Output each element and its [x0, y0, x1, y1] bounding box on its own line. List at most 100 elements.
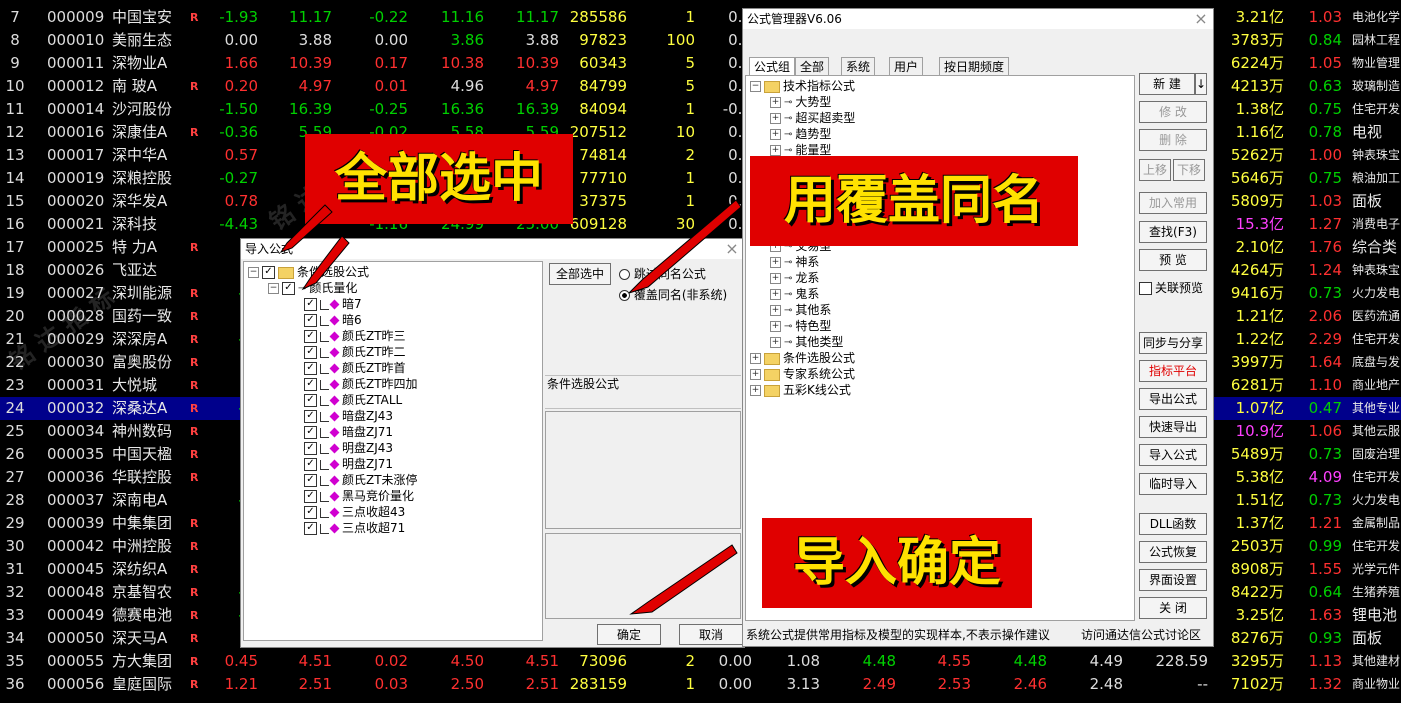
- delete-button[interactable]: 删 除: [1139, 129, 1207, 151]
- link-preview-checkbox[interactable]: 关联预览: [1139, 279, 1203, 296]
- export-button[interactable]: 导出公式: [1139, 388, 1207, 410]
- quick-export-button[interactable]: 快速导出: [1139, 416, 1207, 438]
- tree-item-formula[interactable]: ✓ 暗6: [304, 312, 362, 328]
- tree-item-formula[interactable]: ✓ 颜氏ZT昨首: [304, 360, 406, 376]
- tree-item-formula[interactable]: ✓ 黑马竞价量化: [304, 488, 414, 504]
- dll-button[interactable]: DLL函数: [1139, 513, 1207, 535]
- checkbox[interactable]: ✓: [304, 394, 317, 407]
- tree-item-category[interactable]: + ⊸ 神系: [770, 254, 819, 271]
- checkbox[interactable]: ✓: [304, 378, 317, 391]
- up-button[interactable]: 上移: [1139, 159, 1171, 181]
- tab-3[interactable]: 用户: [889, 57, 924, 76]
- tree-item-formula[interactable]: ✓ 明盘ZJ71: [304, 456, 393, 472]
- tree-item-formula[interactable]: ✓ 三点收超43: [304, 504, 405, 520]
- preview-button[interactable]: 预 览: [1139, 249, 1207, 271]
- close-icon[interactable]: ×: [724, 239, 740, 259]
- find-button[interactable]: 查找(F3): [1139, 221, 1207, 243]
- checkbox[interactable]: ✓: [304, 522, 317, 535]
- expand-icon[interactable]: +: [750, 353, 761, 364]
- formula-tree[interactable]: − ✓ 条件选股公式 − ✓ ⊸ 颜氏量化 ✓ 暗7 ✓ 暗6 ✓ 颜氏ZT昨三 ✓ 颜氏ZT昨二 ✓ 颜氏ZT…: [243, 261, 543, 641]
- restore-button[interactable]: 公式恢复: [1139, 541, 1207, 563]
- close-icon[interactable]: ×: [1193, 9, 1209, 29]
- expand-icon[interactable]: +: [770, 289, 781, 300]
- expand-icon[interactable]: +: [770, 273, 781, 284]
- checkbox[interactable]: ✓: [304, 426, 317, 439]
- radio-skip-same-name[interactable]: 跳过同名公式: [619, 265, 706, 282]
- table-row[interactable]: 35 000055 方大集团 R 0.45 4.51 0.02 4.50 4.51 73096 2 0…: [0, 650, 1401, 673]
- expand-icon[interactable]: +: [770, 257, 781, 268]
- cell-ratio: 1.05: [1308, 54, 1342, 72]
- ok-button[interactable]: 确定: [597, 624, 661, 645]
- checkbox[interactable]: ✓: [304, 410, 317, 423]
- tab-2[interactable]: 系统: [841, 57, 876, 76]
- checkbox[interactable]: ✓: [282, 282, 295, 295]
- tree-item-formula[interactable]: ✓ 颜氏ZT昨二: [304, 344, 406, 360]
- add-common-button[interactable]: 加入常用: [1139, 192, 1207, 214]
- platform-button[interactable]: 指标平台: [1139, 360, 1207, 382]
- tree-item-category[interactable]: + ⊸ 大势型: [770, 94, 831, 111]
- import-button[interactable]: 导入公式: [1139, 444, 1207, 466]
- modify-button[interactable]: 修 改: [1139, 101, 1207, 123]
- checkbox[interactable]: ✓: [304, 474, 317, 487]
- tree-item-category[interactable]: + ⊸ 鬼系: [770, 286, 819, 303]
- tree-item-folder[interactable]: + 条件选股公式: [750, 350, 855, 366]
- expand-icon[interactable]: +: [750, 369, 761, 380]
- tree-item-category[interactable]: + ⊸ 其他类型: [770, 334, 843, 351]
- checkbox[interactable]: ✓: [304, 314, 317, 327]
- expand-icon[interactable]: +: [770, 305, 781, 316]
- tree-item-category[interactable]: + ⊸ 龙系: [770, 270, 819, 287]
- tree-item-formula[interactable]: ✓ 颜氏ZT未涨停: [304, 472, 418, 488]
- forum-link[interactable]: 访问通达信公式讨论区: [1081, 626, 1201, 643]
- tree-item-formula[interactable]: ✓ 颜氏ZT昨三: [304, 328, 406, 344]
- tree-item-category[interactable]: + ⊸ 其他系: [770, 302, 831, 319]
- checkbox[interactable]: ✓: [304, 346, 317, 359]
- tree-item-category[interactable]: + ⊸ 趋势型: [770, 126, 831, 143]
- close-button[interactable]: 关 闭: [1139, 597, 1207, 619]
- checkbox[interactable]: ✓: [304, 298, 317, 311]
- checkbox[interactable]: ✓: [262, 266, 275, 279]
- tree-item-formula[interactable]: ✓ 暗7: [304, 296, 362, 312]
- checkbox[interactable]: ✓: [304, 330, 317, 343]
- tree-item-formula[interactable]: ✓ 颜氏ZT昨四加: [304, 376, 418, 392]
- expand-icon[interactable]: +: [750, 385, 761, 396]
- tree-item-folder[interactable]: + 五彩K线公式: [750, 382, 851, 398]
- tree-item-folder[interactable]: + 专家系统公式: [750, 366, 855, 382]
- collapse-icon[interactable]: −: [248, 267, 259, 278]
- expand-icon[interactable]: +: [770, 321, 781, 332]
- radio-overwrite-same-name[interactable]: 覆盖同名(非系统): [619, 286, 727, 303]
- sync-button[interactable]: 同步与分享: [1139, 332, 1207, 354]
- tree-item-formula[interactable]: ✓ 暗盘ZJ71: [304, 424, 393, 440]
- tree-item-root[interactable]: − ✓ 条件选股公式: [248, 264, 369, 280]
- select-all-button[interactable]: 全部选中: [549, 263, 611, 285]
- checkbox[interactable]: ✓: [304, 490, 317, 503]
- expand-icon[interactable]: −: [750, 81, 761, 92]
- collapse-icon[interactable]: −: [268, 283, 279, 294]
- checkbox[interactable]: ✓: [304, 506, 317, 519]
- expand-icon[interactable]: +: [770, 97, 781, 108]
- tree-item-category[interactable]: + ⊸ 特色型: [770, 318, 831, 335]
- new-button[interactable]: 新 建: [1139, 73, 1195, 95]
- tab-1[interactable]: 全部: [795, 57, 830, 76]
- new-dropdown-icon[interactable]: ↓: [1195, 73, 1207, 95]
- tree-item-formula[interactable]: ✓ 暗盘ZJ43: [304, 408, 393, 424]
- expand-icon[interactable]: +: [770, 129, 781, 140]
- expand-icon[interactable]: +: [770, 337, 781, 348]
- tab-0[interactable]: 公式组: [749, 57, 796, 77]
- tree-item-formula[interactable]: ✓ 明盘ZJ43: [304, 440, 393, 456]
- tree-item-formula[interactable]: ✓ 颜氏ZTALL: [304, 392, 402, 408]
- checkbox[interactable]: ✓: [304, 458, 317, 471]
- tree-item-category[interactable]: + ⊸ 超买超卖型: [770, 110, 855, 127]
- temp-import-button[interactable]: 临时导入: [1139, 473, 1207, 495]
- tree-item-group[interactable]: − ✓ ⊸ 颜氏量化: [268, 280, 357, 297]
- ui-settings-button[interactable]: 界面设置: [1139, 569, 1207, 591]
- expand-icon[interactable]: +: [770, 145, 781, 156]
- checkbox[interactable]: ✓: [304, 442, 317, 455]
- tree-item-folder[interactable]: − 技术指标公式: [750, 78, 855, 94]
- tree-item-formula[interactable]: ✓ 三点收超71: [304, 520, 405, 536]
- checkbox[interactable]: ✓: [304, 362, 317, 375]
- expand-icon[interactable]: +: [770, 113, 781, 124]
- tab-4[interactable]: 按日期频度: [939, 57, 1010, 76]
- cancel-button[interactable]: 取消: [679, 624, 743, 645]
- down-button[interactable]: 下移: [1173, 159, 1205, 181]
- table-row[interactable]: 36 000056 皇庭国际 R 1.21 2.51 0.03 2.50 2.51 283159 1…: [0, 673, 1401, 696]
